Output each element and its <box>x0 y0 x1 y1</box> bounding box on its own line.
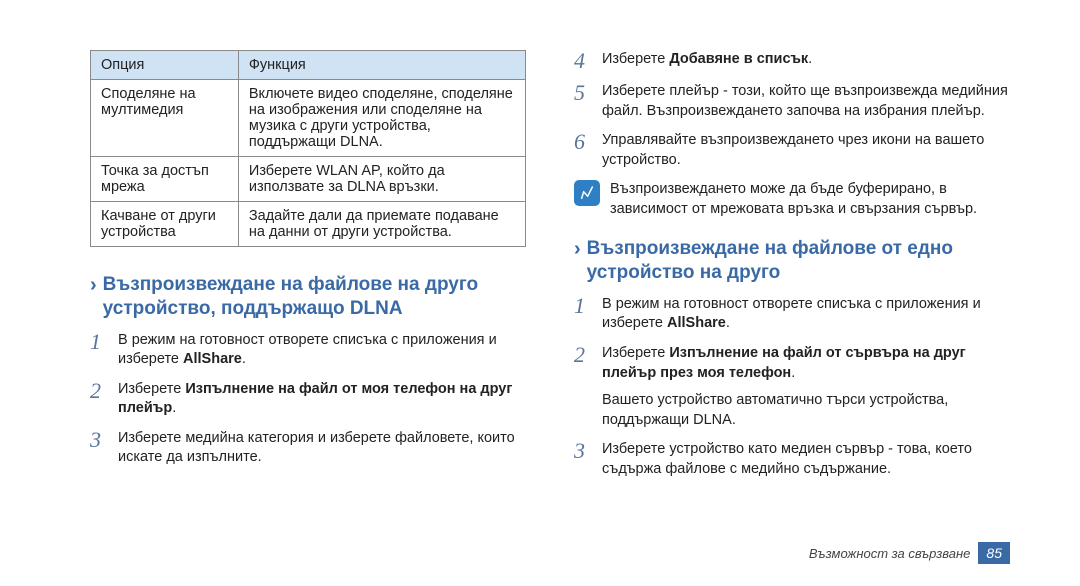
table-cell: Качване от други устройства <box>91 202 239 247</box>
heading-text: Възпроизвеждане на файлове на друго устр… <box>103 273 526 321</box>
table-cell: Задайте дали да приемате подаване на дан… <box>238 202 525 247</box>
step-number: 6 <box>574 131 592 153</box>
step-number: 1 <box>574 295 592 317</box>
chevron-icon: › <box>90 273 97 297</box>
table-row: Точка за достъп мрежа Изберете WLAN AP, … <box>91 157 526 202</box>
step-body: В режим на готовност отворете списъка с … <box>118 331 526 370</box>
step-number: 2 <box>90 380 108 402</box>
table-cell: Включете видео споделяне, споделяне на и… <box>238 80 525 157</box>
step-number: 2 <box>574 344 592 366</box>
page-footer: Възможност за свързване 85 <box>809 542 1010 564</box>
step-number: 3 <box>574 440 592 462</box>
step-body: Изберете плейър - този, който ще възпрои… <box>602 82 1010 121</box>
step-item: 2 Изберете Изпълнение на файл от сървъра… <box>574 344 1010 430</box>
step-body: В режим на готовност отворете списъка с … <box>602 295 1010 334</box>
step-number: 1 <box>90 331 108 353</box>
heading-text: Възпроизвеждане на файлове от едно устро… <box>587 237 1010 285</box>
step-number: 5 <box>574 82 592 104</box>
step-number: 4 <box>574 50 592 72</box>
note-icon <box>574 180 600 206</box>
step-number: 3 <box>90 429 108 451</box>
chevron-icon: › <box>574 237 581 261</box>
table-cell: Изберете WLAN AP, който да използвате за… <box>238 157 525 202</box>
page-number-badge: 85 <box>978 542 1010 564</box>
step-item: 4 Изберете Добавяне в списък. <box>574 50 1010 72</box>
step-body: Изберете устройство като медиен сървър -… <box>602 440 1010 479</box>
table-header-option: Опция <box>91 51 239 80</box>
table-row: Споделяне на мултимедия Включете видео с… <box>91 80 526 157</box>
steps-right-bottom: 1 В режим на готовност отворете списъка … <box>574 295 1010 480</box>
step-body: Изберете медийна категория и изберете фа… <box>118 429 526 468</box>
section-heading-left: › Възпроизвеждане на файлове на друго ус… <box>90 273 526 321</box>
step-item: 6 Управлявайте възпроизвеждането чрез ик… <box>574 131 1010 170</box>
options-table: Опция Функция Споделяне на мултимедия Вк… <box>90 50 526 247</box>
section-heading-right: › Възпроизвеждане на файлове от едно уст… <box>574 237 1010 285</box>
step-item: 5 Изберете плейър - този, който ще възпр… <box>574 82 1010 121</box>
step-item: 1 В режим на готовност отворете списъка … <box>90 331 526 370</box>
step-item: 3 Изберете медийна категория и изберете … <box>90 429 526 468</box>
table-header-function: Функция <box>238 51 525 80</box>
step-item: 1 В режим на готовност отворете списъка … <box>574 295 1010 334</box>
step-item: 3 Изберете устройство като медиен сървър… <box>574 440 1010 479</box>
step-body: Изберете Изпълнение на файл от моя телеф… <box>118 380 526 419</box>
info-note: Възпроизвеждането може да бъде буфериран… <box>574 180 1010 219</box>
step-body: Управлявайте възпроизвеждането чрез икон… <box>602 131 1010 170</box>
table-row: Качване от други устройства Задайте дали… <box>91 202 526 247</box>
steps-left: 1 В режим на готовност отворете списъка … <box>90 331 526 468</box>
table-cell: Точка за достъп мрежа <box>91 157 239 202</box>
steps-right-top: 4 Изберете Добавяне в списък. 5 Изберете… <box>574 50 1010 170</box>
step-item: 2 Изберете Изпълнение на файл от моя тел… <box>90 380 526 419</box>
step-body: Изберете Добавяне в списък. <box>602 50 1010 70</box>
table-cell: Споделяне на мултимедия <box>91 80 239 157</box>
note-text: Възпроизвеждането може да бъде буфериран… <box>610 180 1010 219</box>
step-body: Изберете Изпълнение на файл от сървъра н… <box>602 344 1010 430</box>
footer-section-label: Възможност за свързване <box>809 546 971 561</box>
